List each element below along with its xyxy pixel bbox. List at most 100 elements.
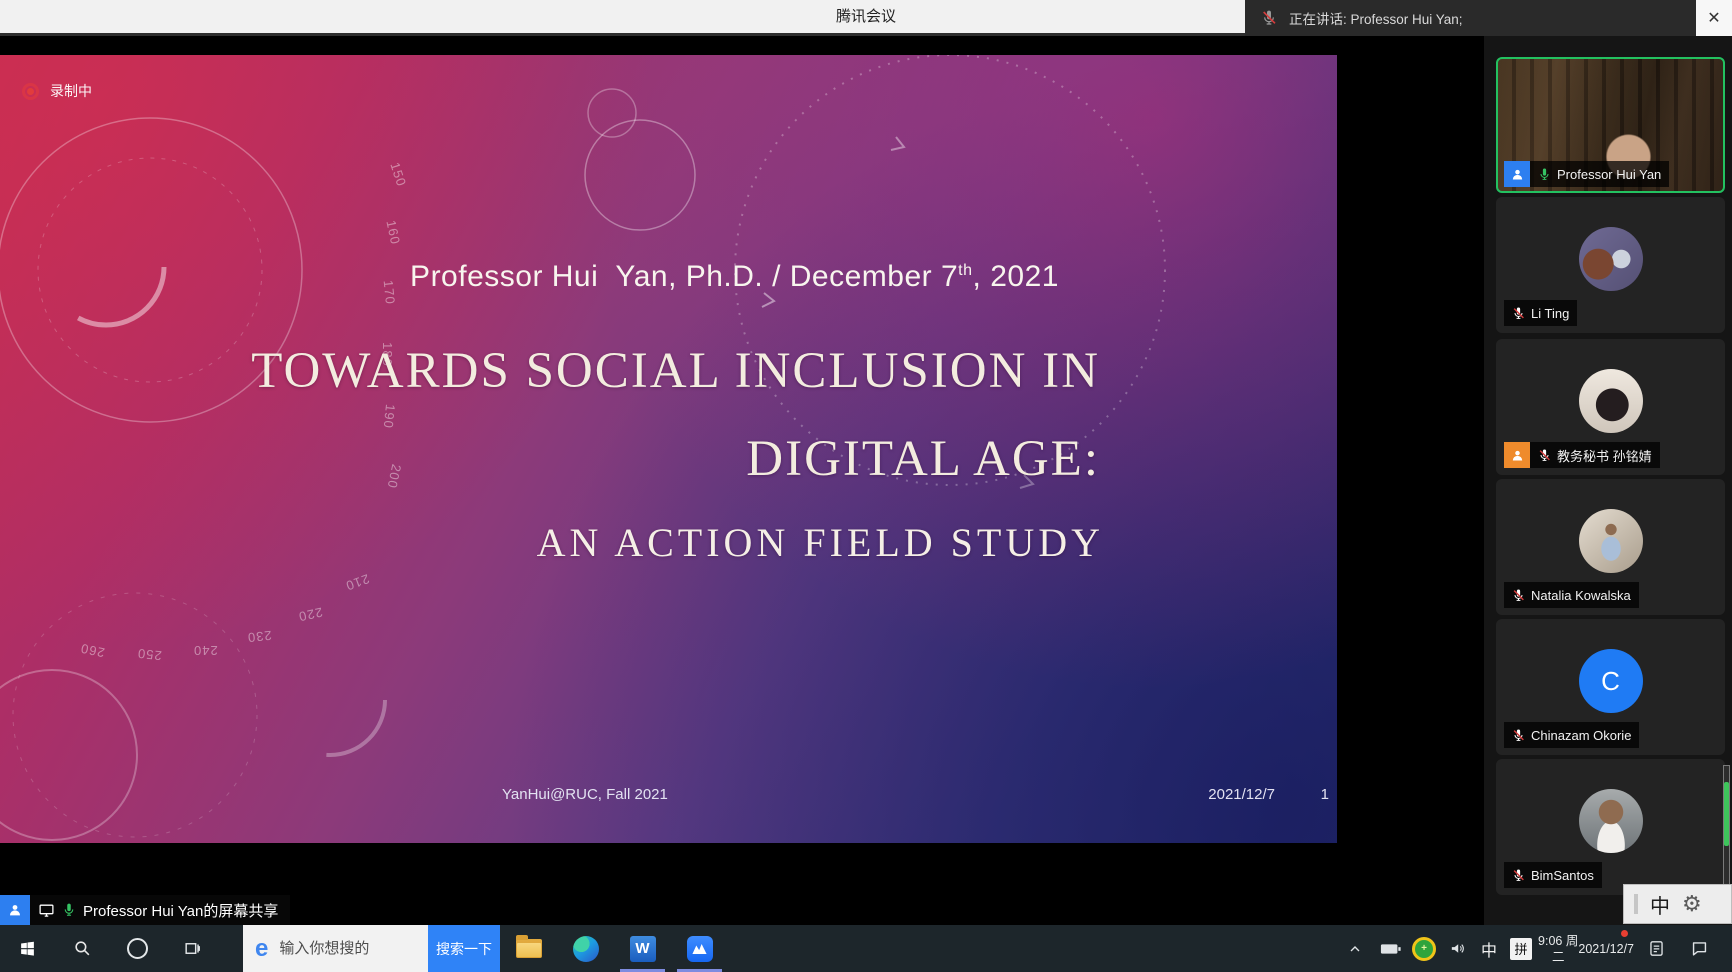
slide-byline: Professor Hui Yan, Ph.D. / December 7th,…: [410, 260, 1059, 294]
taskbar-search-button[interactable]: [55, 925, 110, 972]
notification-dot: [1621, 930, 1628, 937]
ime-toolbar: 中: [1623, 884, 1732, 924]
avatar: [1579, 509, 1643, 573]
dial-number: 260: [79, 641, 106, 661]
slide-subtitle: AN ACTION FIELD STUDY: [537, 519, 1104, 566]
tray-chevron-button[interactable]: [1336, 925, 1374, 972]
participant-tile-li-ting[interactable]: Li Ting: [1496, 197, 1725, 333]
tray-ime-button[interactable]: 拼: [1504, 925, 1538, 972]
recording-label: 录制中: [50, 81, 92, 101]
avatar: [1579, 227, 1643, 291]
journal-button[interactable]: [1634, 925, 1678, 972]
tencent-meeting-window: 腾讯会议 正在讲话: Professor Hui Yan; ✕: [0, 0, 1732, 972]
mic-muted-icon: [1538, 449, 1551, 462]
recording-dot-icon: [22, 83, 39, 100]
byline-main: Professor Hui Yan, Ph.D. / December 7: [410, 260, 958, 293]
folder-icon: [516, 939, 542, 958]
participant-tile-bimsantos[interactable]: BimSantos: [1496, 759, 1725, 895]
screen-share-icon: [38, 902, 55, 919]
participant-tile-professor-hui-yan[interactable]: Professor Hui Yan: [1496, 57, 1725, 193]
search-go-button[interactable]: 搜索一下: [428, 925, 500, 972]
participant-tile-chinazam-okorie[interactable]: C Chinazam Okorie: [1496, 619, 1725, 755]
slide-decor-circles: [0, 55, 1337, 843]
participant-name: Chinazam Okorie: [1531, 728, 1631, 743]
participant-name: Natalia Kowalska: [1531, 588, 1631, 603]
recording-indicator: 录制中: [22, 81, 92, 101]
cortana-icon: [127, 938, 148, 959]
volume-icon: [1448, 940, 1467, 957]
participant-name: 教务秘书 孙铭婧: [1557, 446, 1652, 465]
participant-name: Li Ting: [1531, 306, 1569, 321]
mic-muted-icon: [1261, 10, 1277, 26]
chat-bubble-icon: [1690, 939, 1709, 958]
close-icon: ✕: [1707, 8, 1720, 28]
participants-panel: Professor Hui Yan Li Ting 教务秘书 孙铭婧: [1484, 36, 1732, 925]
battery-indicator[interactable]: [1374, 925, 1408, 972]
mic-muted-icon: [1512, 869, 1525, 882]
cortana-button[interactable]: [110, 925, 165, 972]
dial-number: 250: [136, 646, 162, 664]
speaking-banner: 正在讲话: Professor Hui Yan;: [1245, 0, 1696, 36]
slide-footer-date: 2021/12/7: [1208, 786, 1275, 803]
ime-drag-handle[interactable]: [1634, 894, 1638, 914]
cohost-badge-icon: [1504, 442, 1530, 468]
taskbar: 搜索一下 中: [0, 925, 1732, 972]
volume-button[interactable]: [1440, 925, 1474, 972]
word-icon: [630, 936, 656, 962]
clock-date: 2021/12/7: [1578, 941, 1634, 957]
mic-muted-icon: [1512, 589, 1525, 602]
share-banner-text: Professor Hui Yan的屏幕共享: [83, 900, 278, 921]
start-button[interactable]: [0, 925, 55, 972]
avatar: [1579, 789, 1643, 853]
byline-sup: th: [958, 262, 972, 279]
member-badge-icon: [0, 895, 30, 925]
share-banner: Professor Hui Yan的屏幕共享: [0, 895, 290, 925]
participant-tile-sun-mingjing[interactable]: 教务秘书 孙铭婧: [1496, 339, 1725, 475]
antivirus-icon: [1412, 937, 1436, 961]
dial-number: 240: [193, 643, 218, 658]
word-button[interactable]: [614, 925, 671, 972]
journal-icon: [1647, 939, 1666, 958]
ime-lang-indicator[interactable]: 中: [1650, 890, 1670, 919]
byline-end: , 2021: [973, 260, 1059, 293]
close-button[interactable]: ✕: [1696, 0, 1732, 36]
search-icon: [73, 939, 92, 958]
screen-share-stage: 150 160 170 180 190 200 210 220 230 240 …: [0, 36, 1484, 925]
dial-number: 170: [381, 279, 399, 305]
avatar-initial: C: [1579, 649, 1643, 713]
dial-number: 160: [383, 219, 403, 246]
tray-language-indicator[interactable]: 中: [1474, 925, 1504, 972]
search-input[interactable]: [277, 939, 428, 958]
dial-number: 150: [387, 160, 409, 188]
notification-center-button[interactable]: [1678, 925, 1720, 972]
dial-number: 230: [246, 628, 272, 646]
edge-button[interactable]: [557, 925, 614, 972]
slide-title-line1: TOWARDS SOCIAL INCLUSION IN: [251, 342, 1100, 400]
task-view-button[interactable]: [165, 925, 220, 972]
antivirus-tray-button[interactable]: [1408, 925, 1440, 972]
windows-logo-icon: [19, 940, 36, 957]
edge-icon: [573, 936, 599, 962]
pinyin-ime-icon: 拼: [1510, 938, 1532, 960]
meeting-button[interactable]: [671, 925, 728, 972]
avatar: [1579, 369, 1643, 433]
host-badge-icon: [1504, 161, 1530, 187]
system-tray: 中 拼 9:06 周二 2021/12/7: [1336, 925, 1732, 972]
participant-tile-natalia-kowalska[interactable]: Natalia Kowalska: [1496, 479, 1725, 615]
scrollbar-thumb[interactable]: [1724, 782, 1729, 846]
file-explorer-button[interactable]: [500, 925, 557, 972]
tencent-meeting-icon: [687, 936, 713, 962]
ie-browser-icon: [255, 937, 268, 961]
dial-number: 200: [384, 463, 404, 490]
clock-time: 9:06 周二: [1538, 933, 1578, 965]
dial-number: 190: [381, 403, 399, 429]
participant-name: Professor Hui Yan: [1557, 167, 1661, 182]
slide-footer-course: YanHui@RUC, Fall 2021: [502, 786, 668, 803]
taskbar-search-box[interactable]: 搜索一下: [243, 925, 500, 972]
avatar-letter: C: [1601, 666, 1620, 697]
mic-muted-icon: [1512, 729, 1525, 742]
ime-settings-gear-icon[interactable]: [1682, 893, 1702, 915]
speaking-text: 正在讲话: Professor Hui Yan;: [1289, 8, 1463, 28]
slide-footer-page: 1: [1321, 786, 1329, 803]
tray-clock[interactable]: 9:06 周二 2021/12/7: [1538, 925, 1634, 972]
